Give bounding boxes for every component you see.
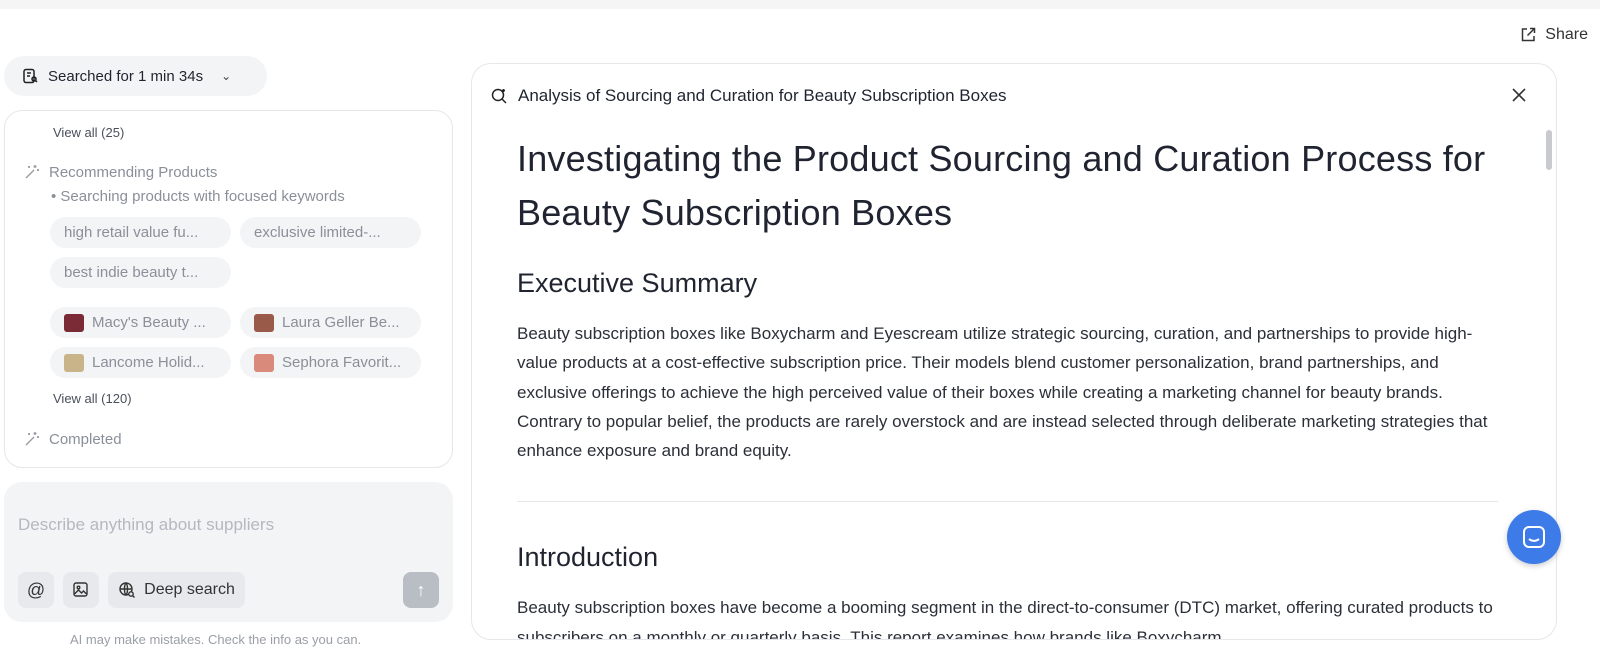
sparkle-wand-icon <box>25 432 39 446</box>
share-icon <box>1522 27 1536 42</box>
deep-search-label: Deep search <box>144 581 235 598</box>
search-progress-card: View all (25) Recommending Products • Se… <box>4 110 453 468</box>
at-icon: @ <box>26 579 46 600</box>
product-chip-label: Sephora Favorit... <box>282 354 402 371</box>
product-chip[interactable]: Lancome Holid... <box>50 347 231 378</box>
send-button[interactable]: ↑ <box>403 572 439 608</box>
product-chip[interactable]: Macy's Beauty ... <box>50 307 231 338</box>
step-recommending-label: Recommending Products <box>49 163 218 181</box>
section-paragraph: Beauty subscription boxes like Boxycharm… <box>517 324 1488 461</box>
divider <box>517 501 1498 503</box>
disclaimer-text: AI may make mistakes. Check the info as … <box>70 632 362 647</box>
support-chat-button[interactable] <box>1507 510 1561 564</box>
product-thumbnail <box>64 353 84 372</box>
section-paragraph: Beauty subscription boxes have become a … <box>517 598 1493 640</box>
image-add-icon <box>73 582 88 597</box>
mention-button[interactable]: @ <box>18 572 54 608</box>
view-all-products-link[interactable]: View all (120) <box>53 391 132 406</box>
share-button[interactable]: Share <box>1519 26 1588 44</box>
step-completed-label: Completed <box>49 430 122 448</box>
arrow-up-icon: ↑ <box>416 579 426 600</box>
view-all-sources-link[interactable]: View all (25) <box>53 125 124 140</box>
keyword-chip[interactable]: exclusive limited-... <box>240 217 421 248</box>
product-thumbnail <box>254 313 274 332</box>
keyword-chip[interactable]: best indie beauty t... <box>50 257 231 288</box>
bullet-text: • Searching products with focused keywor… <box>51 188 345 205</box>
sparkle-wand-icon <box>25 165 39 179</box>
search-doc-icon <box>23 68 38 84</box>
searched-toggle[interactable]: Searched for 1 min 34s ⌄ <box>4 56 267 96</box>
close-icon[interactable] <box>1508 84 1530 106</box>
keyword-chip-label: exclusive limited-... <box>254 224 381 241</box>
step-completed: Completed <box>23 430 122 448</box>
product-chip[interactable]: Laura Geller Be... <box>240 307 421 338</box>
chat-icon <box>1523 526 1545 548</box>
product-chip[interactable]: Sephora Favorit... <box>240 347 421 378</box>
report-title: Investigating the Product Sourcing and C… <box>517 138 1486 233</box>
product-chip-label: Macy's Beauty ... <box>92 314 206 331</box>
deep-search-button[interactable]: Deep search <box>108 572 245 608</box>
ai-search-icon <box>491 88 507 104</box>
scrollbar-thumb[interactable] <box>1546 130 1552 170</box>
product-thumbnail <box>254 353 274 372</box>
chat-input-box[interactable]: Describe anything about suppliers @ Deep… <box>4 482 453 622</box>
keyword-chip[interactable]: high retail value fu... <box>50 217 231 248</box>
section-heading: Introduction <box>517 542 659 573</box>
bullet-text-label: Searching products with focused keywords <box>60 188 345 205</box>
product-chip-label: Laura Geller Be... <box>282 314 400 331</box>
report-panel: Analysis of Sourcing and Curation for Be… <box>471 63 1557 640</box>
searched-label: Searched for 1 min 34s <box>48 67 204 85</box>
top-strip <box>0 0 1600 9</box>
globe-search-icon <box>119 582 136 598</box>
chevron-down-icon: ⌄ <box>221 69 232 83</box>
image-upload-button[interactable] <box>63 572 99 608</box>
keyword-chip-label: best indie beauty t... <box>64 264 199 281</box>
chat-input-placeholder[interactable]: Describe anything about suppliers <box>18 515 274 535</box>
report-header-title: Analysis of Sourcing and Curation for Be… <box>518 86 1007 105</box>
report-content: Investigating the Product Sourcing and C… <box>517 132 1502 640</box>
share-label: Share <box>1545 26 1588 43</box>
report-header: Analysis of Sourcing and Curation for Be… <box>490 86 1007 106</box>
section-heading: Executive Summary <box>517 268 758 298</box>
product-thumbnail <box>64 313 84 332</box>
product-chip-label: Lancome Holid... <box>92 354 205 371</box>
step-recommending: Recommending Products <box>23 163 217 181</box>
keyword-chip-label: high retail value fu... <box>64 224 199 241</box>
